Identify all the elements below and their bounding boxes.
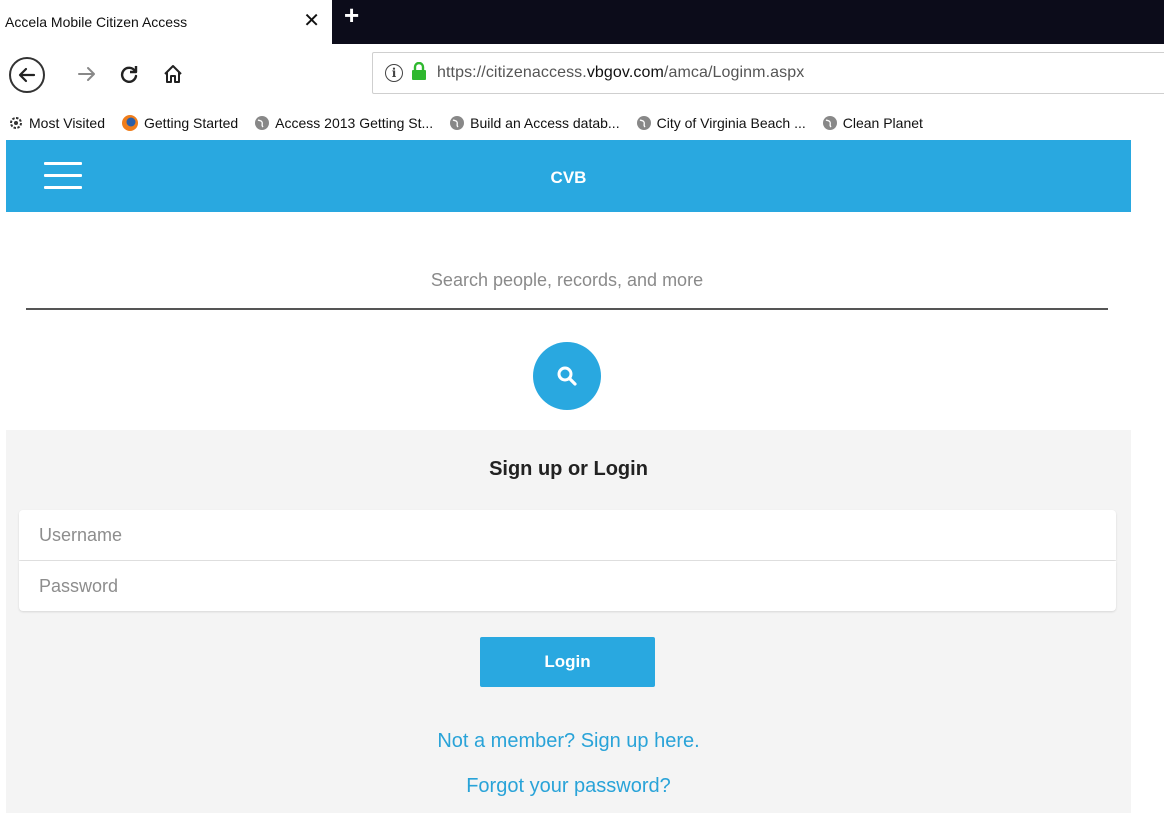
back-button[interactable] [9,57,45,93]
globe-icon [822,115,838,131]
bookmark-virginia-beach[interactable]: City of Virginia Beach ... [636,115,806,131]
tab-close-icon[interactable]: ✕ [303,11,320,31]
bookmarks-bar: Most Visited Getting Started Access 2013… [0,106,1164,140]
signup-link[interactable]: Not a member? Sign up here. [6,730,1131,753]
search-icon [557,366,577,386]
gear-icon [8,115,24,131]
home-button[interactable] [162,63,184,90]
globe-icon [449,115,465,131]
search-section [6,212,1131,430]
lock-icon [411,61,427,85]
url-text: https://citizenaccess.vbgov.com/amca/Log… [437,64,805,81]
bookmark-clean-planet[interactable]: Clean Planet [822,115,923,131]
firefox-icon [121,114,139,132]
app-title: CVB [550,168,587,187]
bookmark-getting-started[interactable]: Getting Started [121,114,238,132]
globe-icon [636,115,652,131]
forward-button[interactable] [76,63,98,90]
address-bar[interactable]: i https://citizenaccess.vbgov.com/amca/L… [372,52,1164,94]
page-content: CVB Sign up or Login Login Not a member?… [6,140,1131,813]
bookmark-build-access[interactable]: Build an Access datab... [449,115,620,131]
bookmark-most-visited[interactable]: Most Visited [8,115,105,131]
browser-tab-strip: Accela Mobile Citizen Access ✕ + [0,0,1164,44]
browser-navbar: i https://citizenaccess.vbgov.com/amca/L… [0,44,1164,106]
reload-icon [120,66,138,83]
bookmark-access-2013[interactable]: Access 2013 Getting St... [254,115,433,131]
info-icon[interactable]: i [385,64,403,82]
search-input[interactable] [26,252,1108,310]
login-button[interactable]: Login [480,637,655,687]
password-field[interactable] [19,561,1116,611]
globe-icon [254,115,270,131]
forgot-password-link[interactable]: Forgot your password? [6,775,1131,798]
home-icon [164,65,182,83]
search-button[interactable] [533,342,601,410]
reload-button[interactable] [118,63,140,90]
arrow-left-icon [18,67,36,83]
login-heading: Sign up or Login [489,458,648,480]
tab-title: Accela Mobile Citizen Access [5,14,188,30]
new-tab-button[interactable]: + [344,2,359,28]
app-header: CVB [6,140,1131,212]
arrow-right-icon [78,67,95,81]
username-field[interactable] [19,510,1116,560]
login-section: Sign up or Login Login Not a member? Sig… [6,430,1131,813]
browser-tab[interactable]: Accela Mobile Citizen Access ✕ [0,0,332,44]
